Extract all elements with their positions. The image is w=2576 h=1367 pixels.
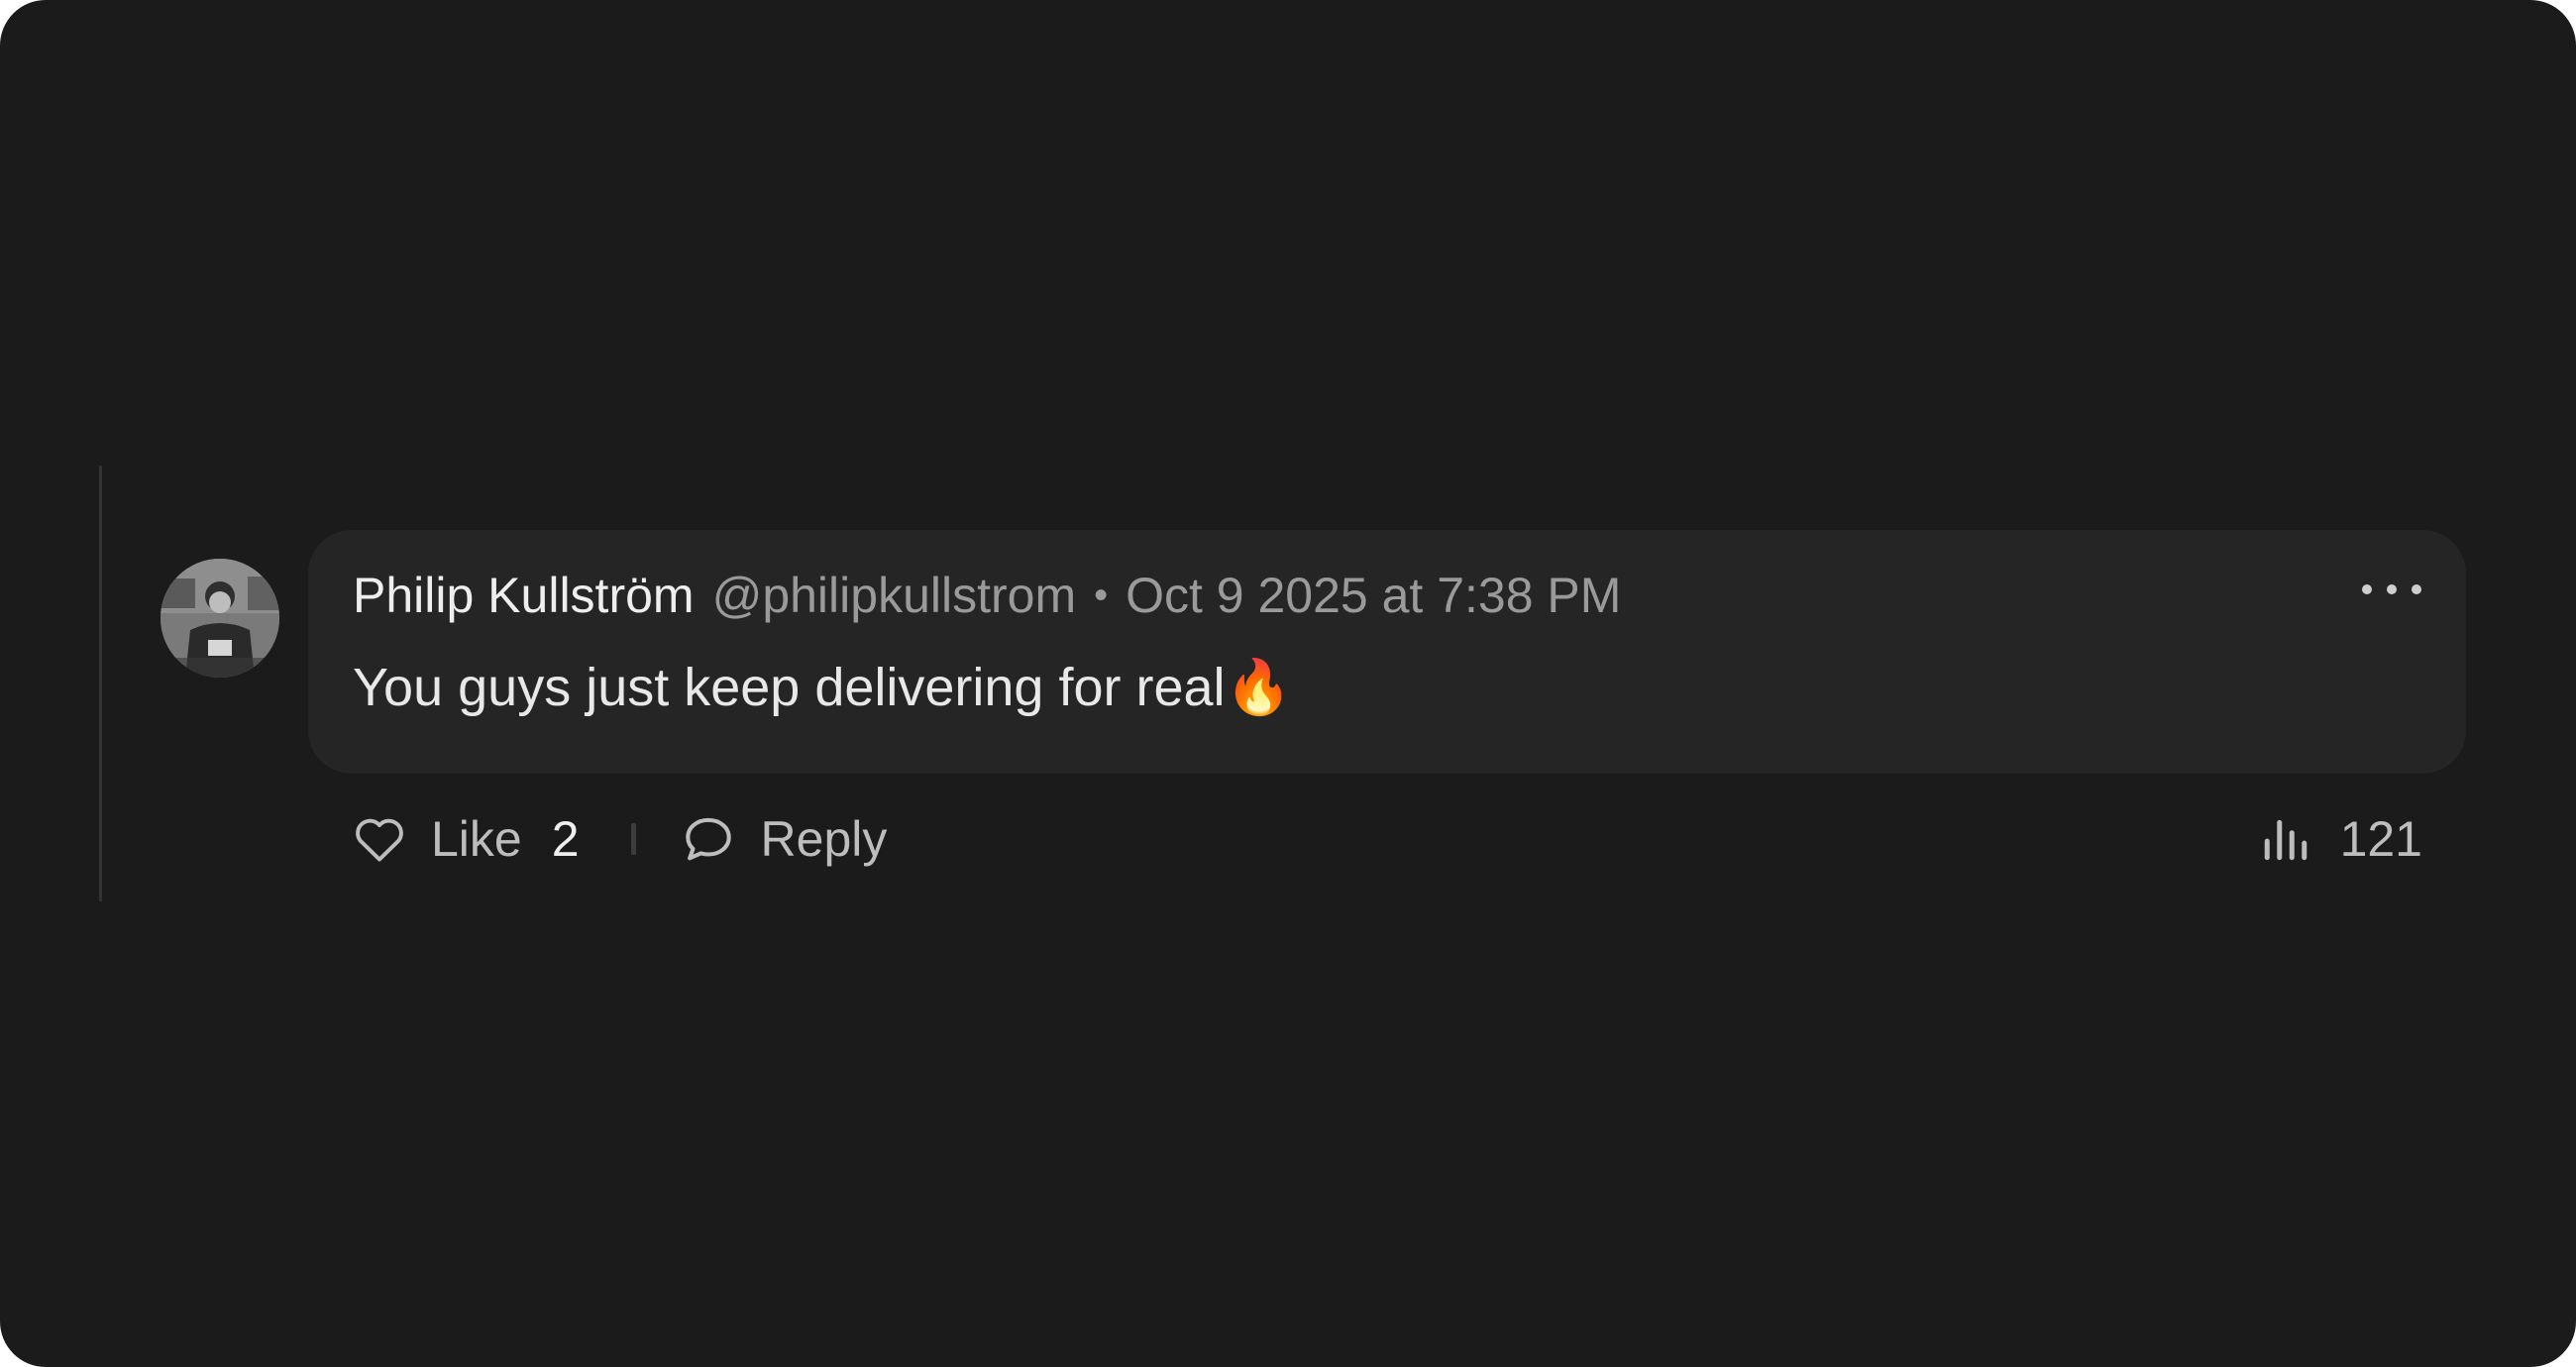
like-button[interactable]: Like 2 [354,810,580,868]
comment-header: Philip Kullström @philipkullstrom • Oct … [353,566,1621,625]
more-options-button[interactable] [2362,570,2421,609]
comment-timestamp: Oct 9 2025 at 7:38 PM [1126,568,1622,623]
separator-dot: • [1094,573,1109,617]
views-count: 121 [2339,811,2422,867]
views-counter: 121 [2261,807,2422,871]
more-horizontal-icon [2362,584,2372,594]
like-count: 2 [551,811,580,867]
like-label: Like [431,811,522,867]
more-horizontal-icon [2412,584,2421,594]
heart-outline-icon [356,818,403,862]
comment-card: Philip Kullström @philipkullstrom • Oct … [0,0,2576,1367]
comment-actions: Like 2 Reply [354,807,887,871]
bar-chart-icon [2264,819,2307,861]
thread-line [99,466,102,901]
author-handle[interactable]: @philipkullstrom [712,567,1077,624]
reply-label: Reply [760,811,888,867]
more-horizontal-icon [2387,584,2397,594]
comment-text: You guys just keep delivering for real🔥 [353,658,1292,717]
user-photo-avatar [161,559,279,678]
action-divider [630,823,636,855]
author-name[interactable]: Philip Kullström [353,567,695,624]
comment-bubble: Philip Kullström @philipkullstrom • Oct … [308,530,2466,774]
speech-bubble-icon [685,817,731,861]
reply-button[interactable]: Reply [682,810,888,868]
avatar[interactable] [161,559,279,678]
